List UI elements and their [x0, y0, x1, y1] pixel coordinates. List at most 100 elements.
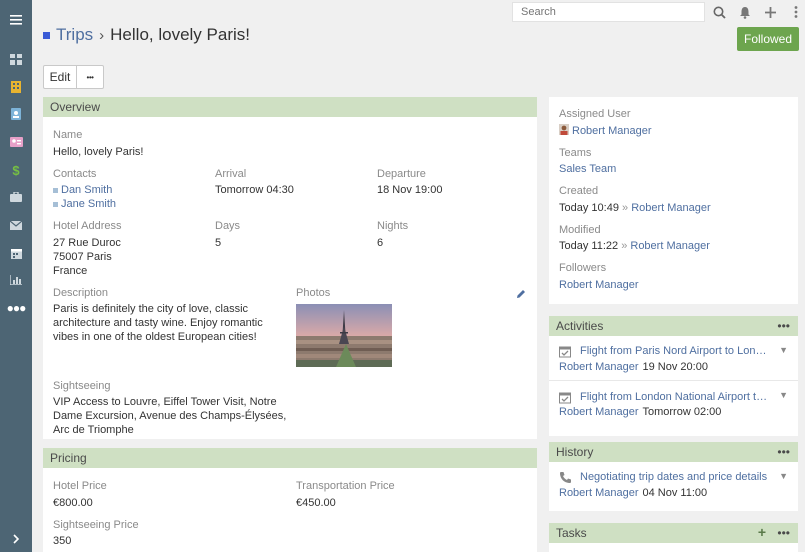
building-icon[interactable] [0, 77, 32, 97]
list-item: Negotiating trip dates and price details… [549, 462, 798, 507]
tasks-header: Tasks + ••• [549, 523, 798, 543]
history-panel: History ••• Negotiating trip dates and p… [549, 442, 798, 511]
more-nav-icon[interactable]: ●●● [0, 298, 32, 318]
hotel-address-label: Hotel Address [53, 220, 122, 232]
chevron-down-icon[interactable]: ▼ [779, 471, 788, 481]
days-label: Days [215, 220, 241, 232]
paris-photo[interactable] [296, 304, 392, 367]
created-separator: » [622, 202, 629, 214]
name-value: Hello, lovely Paris! [53, 146, 144, 158]
breadcrumb-separator: › [99, 26, 105, 44]
sidebar-expand-icon[interactable] [0, 530, 32, 548]
calendar-icon[interactable] [0, 243, 32, 263]
edit-pencil-icon[interactable] [516, 288, 526, 302]
description-line: vibes in one of the oldest European citi… [53, 331, 257, 343]
hotel-address-line: France [53, 265, 88, 277]
modified-label: Modified [559, 224, 601, 236]
nights-value: 6 [377, 237, 384, 249]
assigned-user-name: Robert Manager [572, 125, 652, 137]
history-title-link[interactable]: Negotiating trip dates and price details [580, 471, 770, 483]
history-meta: Robert Manager 04 Nov 11:00 [559, 487, 707, 499]
tasks-panel: Tasks + ••• [549, 523, 798, 552]
modified-by-link[interactable]: Robert Manager [630, 240, 710, 252]
ellipsis-icon: ••• [86, 72, 94, 82]
chevron-down-icon[interactable]: ▼ [779, 345, 788, 355]
contact-name: Dan Smith [61, 184, 113, 196]
opportunity-dollar-icon[interactable]: $ [0, 160, 32, 180]
description-line: Paris is definitely the city of love, cl… [53, 303, 249, 315]
assigned-user-link[interactable]: Robert Manager [559, 124, 652, 138]
activities-menu-icon[interactable]: ••• [777, 319, 790, 333]
edit-button[interactable]: Edit [43, 65, 77, 89]
notifications-bell-icon[interactable] [735, 2, 755, 22]
assigned-user-label: Assigned User [559, 108, 631, 120]
arrival-value: Tomorrow 04:30 [215, 184, 294, 196]
description-line: architecture and tasty wine. Enjoy roman… [53, 317, 263, 329]
created-by-link[interactable]: Robert Manager [631, 202, 711, 214]
activities-header: Activities ••• [549, 316, 798, 336]
activity-title-link[interactable]: Flight from London National Airport to P… [580, 391, 770, 403]
activities-panel: Activities ••• Flight from Paris Nord Ai… [549, 316, 798, 436]
dashboard-icon[interactable] [0, 49, 32, 69]
search-icon[interactable] [709, 2, 729, 22]
tasks-menu-icon[interactable]: ••• [777, 526, 790, 540]
history-date: 04 Nov 11:00 [642, 487, 708, 499]
contact-link-dan[interactable]: Dan Smith [53, 183, 112, 197]
pricing-panel: Pricing [43, 448, 537, 552]
history-header: History ••• [549, 442, 798, 462]
followers-link[interactable]: Robert Manager [559, 278, 639, 292]
history-user-link[interactable]: Robert Manager [559, 487, 639, 499]
reports-chart-icon[interactable] [0, 270, 32, 290]
contacts-label: Contacts [53, 168, 97, 180]
hotel-address-line: 27 Rue Duroc [53, 237, 121, 249]
description-label: Description [53, 287, 109, 299]
followed-button[interactable]: Followed [737, 27, 799, 51]
followers-label: Followers [559, 262, 607, 274]
phone-icon [560, 472, 571, 483]
name-label: Name [53, 129, 83, 141]
sightseeing-price-value: 350 [53, 535, 72, 547]
email-icon[interactable] [0, 215, 32, 235]
activity-title-link[interactable]: Flight from Paris Nord Airport to London [580, 345, 770, 357]
contact-bullet [53, 201, 58, 207]
nights-label: Nights [377, 220, 409, 232]
contact-name: Jane Smith [61, 198, 117, 210]
teams-label: Teams [559, 147, 592, 159]
add-task-plus-icon[interactable]: + [758, 524, 766, 540]
teams-link[interactable]: Sales Team [559, 162, 616, 176]
history-menu-icon[interactable]: ••• [777, 445, 790, 459]
created-value: Today 10:49 » Robert Manager [559, 201, 711, 215]
list-item: Flight from London National Airport to P… [549, 381, 798, 426]
breadcrumb-trips-link[interactable]: Trips [56, 25, 93, 45]
quick-create-plus-icon[interactable] [760, 2, 780, 22]
hotel-address-line: 75007 Paris [53, 251, 112, 263]
departure-label: Departure [377, 168, 426, 180]
departure-value: 18 Nov 19:00 [377, 184, 443, 196]
contact-icon[interactable] [0, 104, 32, 124]
sightseeing-line: Dame Excursion, Avenue des Champs-Élysée… [53, 410, 287, 422]
contact-link-jane[interactable]: Jane Smith [53, 197, 116, 211]
modified-separator: » [621, 240, 628, 252]
menu-kebab-icon[interactable] [786, 2, 805, 22]
page-title: Trips › Hello, lovely Paris! [43, 25, 250, 45]
activities-title: Activities [556, 319, 604, 333]
menu-toggle-icon[interactable] [0, 8, 32, 32]
hotel-price-label: Hotel Price [53, 480, 107, 492]
sightseeing-line: Arc de Triomphe [53, 424, 134, 436]
more-actions-button[interactable]: ••• [77, 65, 104, 89]
modified-date: Today 11:22 [559, 240, 619, 252]
briefcase-icon[interactable] [0, 187, 32, 207]
activity-user-link[interactable]: Robert Manager [559, 406, 639, 418]
hotel-price-value: €800.00 [53, 497, 93, 509]
activity-user-link[interactable]: Robert Manager [559, 361, 639, 373]
global-search-input[interactable] [512, 2, 705, 22]
created-label: Created [559, 185, 599, 197]
calendar-check-icon [559, 392, 571, 404]
contact-bullet [53, 187, 58, 193]
activity-meta: Robert Manager 19 Nov 20:00 [559, 361, 708, 373]
transport-price-value: €450.00 [296, 497, 336, 509]
chevron-down-icon[interactable]: ▼ [779, 390, 788, 400]
arrival-label: Arrival [215, 168, 247, 180]
tasks-title: Tasks [556, 526, 587, 540]
calendar-check-icon [559, 346, 571, 358]
